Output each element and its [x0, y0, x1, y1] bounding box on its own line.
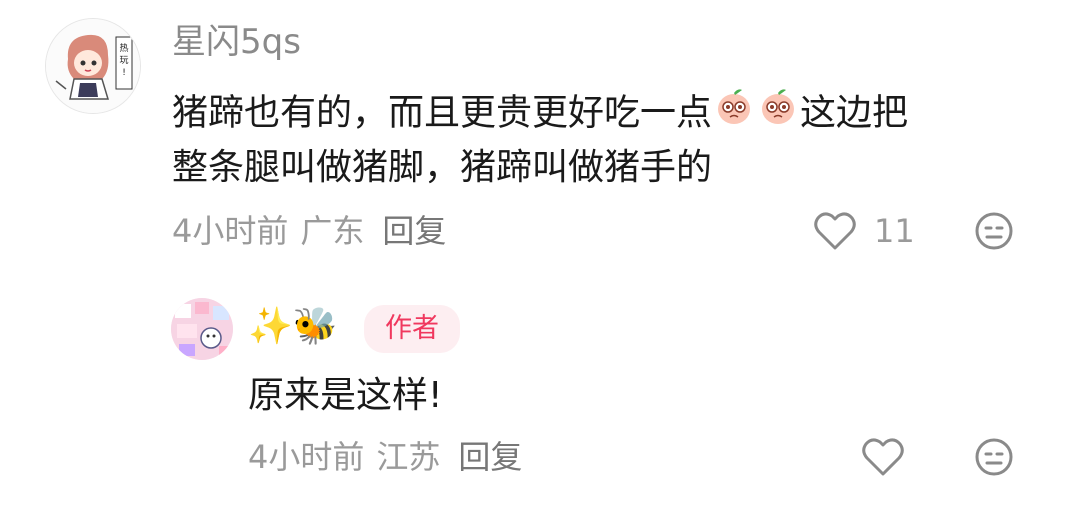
comment-text-line2: 整条腿叫做猪脚，猪蹄叫做猪手的	[172, 147, 713, 188]
comment-item: 热 玩 ! 星闪5qs 猪蹄也有的，而且更贵更好吃一点 这边把 整条腿叫做猪脚，…	[0, 0, 1080, 270]
svg-text:玩: 玩	[119, 55, 128, 66]
comment-text: 原来是这样!	[248, 375, 443, 416]
comment-meta: 4小时前 江苏 回复	[248, 437, 522, 477]
avatar-illustration: 热 玩 !	[46, 19, 140, 113]
comment-time: 4小时前	[172, 212, 289, 250]
svg-text:!: !	[122, 68, 126, 78]
heart-icon[interactable]	[861, 436, 905, 478]
author-badge: 作者	[364, 305, 460, 353]
comment-text-part: 这边把	[800, 92, 909, 134]
avatar[interactable]	[171, 298, 233, 360]
avatar-collage	[171, 298, 233, 360]
reply-comment-item: ✨🐝 作者 原来是这样! 4小时前 江苏 回复	[0, 270, 1080, 519]
comment-meta: 4小时前 广东 回复	[172, 211, 446, 251]
reply-button[interactable]: 回复	[382, 211, 446, 251]
reply-button[interactable]: 回复	[458, 437, 522, 477]
avatar-sign-text: 热	[119, 42, 128, 54]
comment-text-part: 猪蹄也有的，而且更贵更好吃一点	[172, 92, 713, 134]
comment-time: 4小时前	[248, 438, 365, 476]
heart-icon[interactable]	[813, 210, 857, 252]
meh-face-icon[interactable]	[974, 211, 1014, 251]
like-count: 11	[874, 212, 915, 250]
peach-face-emoji-icon	[756, 84, 800, 145]
avatar[interactable]: 热 玩 !	[45, 18, 141, 114]
comment-location: 江苏	[376, 438, 441, 476]
peach-face-emoji-icon	[712, 84, 756, 145]
comment-username[interactable]: ✨🐝	[248, 307, 338, 347]
meh-face-icon[interactable]	[974, 437, 1014, 477]
comment-location: 广东	[300, 212, 365, 250]
comment-username[interactable]: 星闪5qs	[172, 22, 301, 62]
comment-text: 猪蹄也有的，而且更贵更好吃一点 这边把	[172, 84, 908, 145]
